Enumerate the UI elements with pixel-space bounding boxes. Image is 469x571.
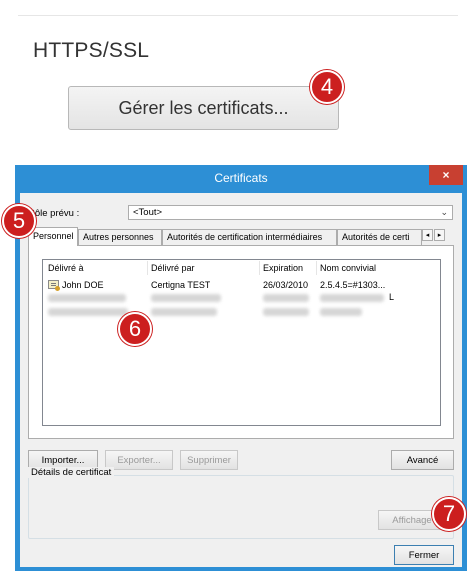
tab-personnel[interactable]: Personnel xyxy=(28,227,78,246)
blurred-text xyxy=(151,308,217,316)
dialog-titlebar: Certificats × xyxy=(15,165,467,193)
settings-panel: HTTPS/SSL Gérer les certificats... xyxy=(0,0,469,152)
blurred-text xyxy=(263,294,309,302)
certificate-tabs: Personnel Autres personnes Autorités de … xyxy=(28,227,454,246)
step-marker-5: 5 xyxy=(2,204,36,238)
step-marker-4: 4 xyxy=(310,70,344,104)
blurred-text xyxy=(48,308,128,316)
dialog-title: Certificats xyxy=(214,171,268,185)
chevron-down-icon: ⌄ xyxy=(440,207,448,217)
tab-autres-personnes[interactable]: Autres personnes xyxy=(78,229,162,245)
column-header-issued-by[interactable]: Délivré par xyxy=(151,263,195,273)
certificates-dialog: Certificats × Rôle prévu : <Tout> ⌄ Pers… xyxy=(15,165,467,571)
list-header: Délivré à Délivré par Expiration Nom con… xyxy=(43,260,440,276)
tab-scroll-left-icon[interactable]: ◂ xyxy=(422,229,433,241)
manage-certificates-button[interactable]: Gérer les certificats... xyxy=(68,86,339,130)
column-separator xyxy=(316,261,317,275)
column-separator xyxy=(259,261,260,275)
certificate-seal-icon xyxy=(55,286,60,291)
certificate-list[interactable]: Délivré à Délivré par Expiration Nom con… xyxy=(42,259,441,426)
tab-autorites-intermediaires[interactable]: Autorités de certification intermédiaire… xyxy=(162,229,337,245)
cell-friendly-name: 2.5.4.5=#1303... xyxy=(320,280,386,290)
tab-scroll-right-icon[interactable]: ▸ xyxy=(434,229,445,241)
role-select-value: <Tout> xyxy=(133,207,163,218)
step-marker-7: 7 xyxy=(432,497,466,531)
column-separator xyxy=(147,261,148,275)
https-ssl-heading: HTTPS/SSL xyxy=(33,39,150,62)
blurred-text xyxy=(263,308,309,316)
export-button[interactable]: Exporter... xyxy=(105,450,173,470)
column-header-friendly-name[interactable]: Nom convivial xyxy=(320,263,376,273)
blurred-text xyxy=(48,294,126,302)
blurred-text xyxy=(320,308,362,316)
panel-divider xyxy=(18,15,458,16)
close-icon[interactable]: × xyxy=(429,165,463,185)
certificate-details-label: Détails de certificat xyxy=(28,467,115,478)
column-header-expiration[interactable]: Expiration xyxy=(263,263,303,273)
advanced-button[interactable]: Avancé xyxy=(391,450,454,470)
role-select[interactable]: <Tout> ⌄ xyxy=(128,205,453,220)
cell-issued-to: John DOE xyxy=(62,280,104,290)
step-marker-6: 6 xyxy=(118,312,152,346)
personnel-tab-page: Délivré à Délivré par Expiration Nom con… xyxy=(28,245,454,439)
column-header-issued-to[interactable]: Délivré à xyxy=(48,263,84,273)
close-button[interactable]: Fermer xyxy=(394,545,454,565)
dialog-body: Rôle prévu : <Tout> ⌄ Personnel Autres p… xyxy=(20,193,462,567)
remove-button[interactable]: Supprimer xyxy=(180,450,238,470)
cell-expiration: 26/03/2010 xyxy=(263,280,309,290)
tab-autorites-racines[interactable]: Autorités de certi xyxy=(337,229,422,245)
blurred-text xyxy=(151,294,221,302)
blurred-text xyxy=(320,294,384,302)
cell-issued-by: Certigna TEST xyxy=(151,280,211,290)
blurred-row-trailing-char: L xyxy=(389,292,395,302)
